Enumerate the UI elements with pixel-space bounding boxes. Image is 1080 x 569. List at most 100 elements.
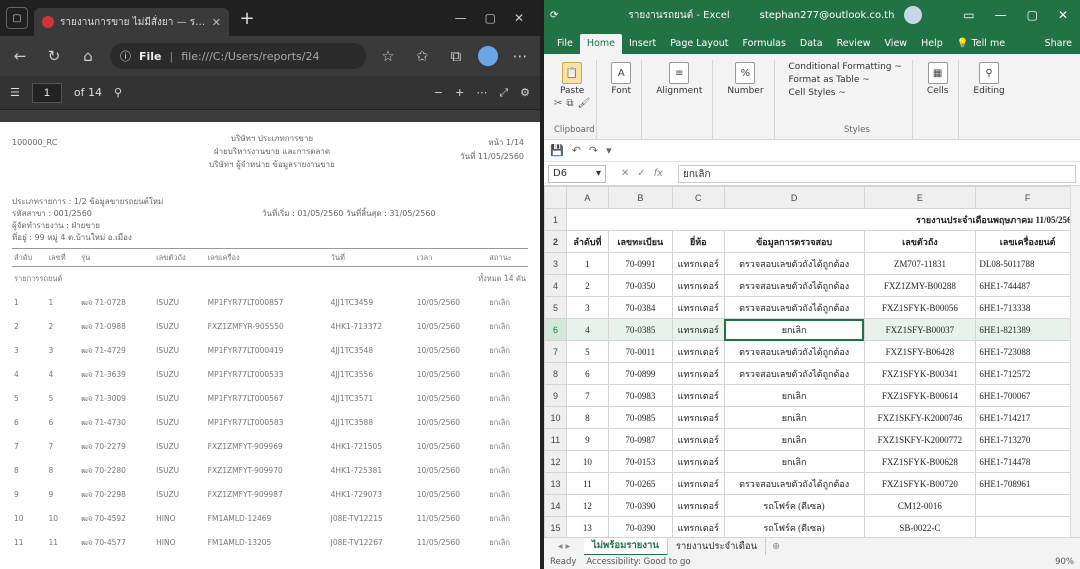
cell[interactable]: ยกเลิก xyxy=(723,428,865,451)
alignment-button[interactable]: ≡ Alignment xyxy=(652,60,706,98)
back-icon[interactable]: ← xyxy=(8,47,32,65)
favorites-icon[interactable]: ✩ xyxy=(410,47,434,65)
insert-function-icon[interactable]: fx xyxy=(654,168,663,179)
row-header[interactable]: 5 xyxy=(544,296,567,319)
cell[interactable]: ตรวจสอบเลขตัวถังได้ถูกต้อง xyxy=(723,252,865,275)
cell[interactable]: ตรวจสอบเลขตัวถังได้ถูกต้อง xyxy=(723,340,865,363)
cell[interactable]: FXZ1SKFY-K2000746 xyxy=(863,406,977,429)
page-number-input[interactable] xyxy=(31,82,62,103)
paste-button[interactable]: 📋 Paste xyxy=(556,60,588,98)
row-header[interactable]: 12 xyxy=(544,450,567,473)
cell[interactable]: แทรกเตอร์ xyxy=(671,318,725,341)
search-icon[interactable]: ⚲ xyxy=(114,86,122,99)
conditional-formatting-button[interactable]: Conditional Formatting ~ xyxy=(789,62,902,72)
column-header-f[interactable]: F xyxy=(975,186,1080,209)
accessibility-status[interactable]: Accessibility: Good to go xyxy=(586,557,690,567)
header-cell[interactable]: เลขตัวถัง xyxy=(863,230,977,253)
row-header[interactable]: 11 xyxy=(544,428,567,451)
cell[interactable]: ตรวจสอบเลขตัวถังได้ถูกต้อง xyxy=(723,274,865,297)
row-header[interactable]: 13 xyxy=(544,472,567,495)
cell[interactable]: แทรกเตอร์ xyxy=(671,450,725,473)
cell[interactable]: 6HE1-714478 xyxy=(975,450,1080,473)
cell[interactable]: 9 xyxy=(565,428,609,451)
row-header[interactable]: 1 xyxy=(544,208,567,231)
cell[interactable]: 6HE1-821389 xyxy=(975,318,1080,341)
redo-icon[interactable]: ↷ xyxy=(589,144,598,157)
cell[interactable]: แทรกเตอร์ xyxy=(671,296,725,319)
header-cell[interactable]: เลขเครื่องยนต์ xyxy=(975,230,1080,253)
cell[interactable]: 70-0384 xyxy=(607,296,673,319)
cell[interactable]: 6HE1-713270 xyxy=(975,428,1080,451)
tell-me-search[interactable]: 💡 Tell me xyxy=(950,38,1012,54)
cell[interactable]: FXZ1SFYK-B00614 xyxy=(863,384,977,407)
close-window-icon[interactable]: ✕ xyxy=(514,11,524,25)
favorite-star-icon[interactable]: ☆ xyxy=(376,47,400,65)
cell[interactable]: แทรกเตอร์ xyxy=(671,274,725,297)
tab-formulas[interactable]: Formulas xyxy=(736,38,793,54)
row-header[interactable]: 6 xyxy=(544,318,567,341)
cell[interactable]: 4 xyxy=(565,318,609,341)
cell[interactable]: แทรกเตอร์ xyxy=(671,494,725,517)
row-header[interactable]: 2 xyxy=(544,230,567,253)
column-header-e[interactable]: E xyxy=(863,186,977,209)
address-input[interactable]: ⓘ File | file:///C:/Users/reports/24 xyxy=(110,43,366,69)
header-cell[interactable]: ยี่ห้อ xyxy=(671,230,725,253)
cell[interactable]: 3 xyxy=(565,296,609,319)
worksheet-grid[interactable]: A B C D E F 1 รายงานประจำเดือนพฤษภาคม 11… xyxy=(544,186,1080,537)
cell[interactable]: 6HE1-708961 xyxy=(975,472,1080,495)
ribbon-display-icon[interactable]: ▭ xyxy=(963,8,974,22)
cell[interactable] xyxy=(975,494,1080,517)
cell[interactable]: FXZ1SFYK-B00628 xyxy=(863,450,977,473)
header-cell[interactable]: ข้อมูลการตรวจสอบ xyxy=(723,230,865,253)
home-icon[interactable]: ⌂ xyxy=(76,47,100,65)
cell[interactable]: FXZ1SFYK-B00341 xyxy=(863,362,977,385)
cell[interactable]: 7 xyxy=(565,384,609,407)
cell[interactable]: CM12-0016 xyxy=(863,494,977,517)
maximize-icon[interactable]: ▢ xyxy=(485,11,496,25)
header-cell[interactable]: ลำดับที่ xyxy=(565,230,609,253)
name-box[interactable]: D6 ▾ xyxy=(548,164,606,183)
account-avatar[interactable] xyxy=(904,6,923,24)
cell[interactable]: 70-0991 xyxy=(607,252,673,275)
cell[interactable]: แทรกเตอร์ xyxy=(671,472,725,495)
zoom-out-button[interactable]: − xyxy=(434,86,443,99)
row-header[interactable]: 3 xyxy=(544,252,567,275)
tab-view[interactable]: View xyxy=(878,38,915,54)
cell[interactable]: FXZ1ZMY-B00288 xyxy=(863,274,977,297)
cell[interactable]: แทรกเตอร์ xyxy=(671,252,725,275)
tab-data[interactable]: Data xyxy=(793,38,830,54)
tab-review[interactable]: Review xyxy=(830,38,878,54)
formula-input[interactable]: ยกเลิก xyxy=(678,164,1076,183)
cell[interactable]: แทรกเตอร์ xyxy=(671,384,725,407)
number-button[interactable]: % Number xyxy=(723,60,767,98)
row-header[interactable]: 15 xyxy=(544,516,567,537)
cell[interactable]: 6HE1-723088 xyxy=(975,340,1080,363)
cell[interactable]: ZM707-11831 xyxy=(863,252,977,275)
cut-icon[interactable]: ✂ xyxy=(554,98,562,109)
collections-icon[interactable]: ⧉ xyxy=(444,47,468,65)
row-header[interactable]: 10 xyxy=(544,406,567,429)
select-all-corner[interactable] xyxy=(544,186,567,209)
report-title-cell[interactable]: รายงานประจำเดือนพฤษภาคม 11/05/2560 xyxy=(565,208,1080,231)
cell[interactable]: 6HE1-744487 xyxy=(975,274,1080,297)
tab-insert[interactable]: Insert xyxy=(622,38,663,54)
cell[interactable]: 70-0265 xyxy=(607,472,673,495)
cell[interactable]: รถโฟร์ค (ดีเซล) xyxy=(723,516,865,537)
cell[interactable]: 1 xyxy=(565,252,609,275)
editing-button[interactable]: ⚲ Editing xyxy=(969,60,1008,98)
vertical-scrollbar[interactable] xyxy=(1070,186,1080,537)
cell[interactable]: 11 xyxy=(565,472,609,495)
profile-avatar[interactable] xyxy=(478,46,498,66)
share-button[interactable]: Share xyxy=(1038,38,1080,54)
cell[interactable]: 70-0985 xyxy=(607,406,673,429)
sheet-tab-1[interactable]: ไม่พร้อมรายงาน xyxy=(584,537,668,556)
cell[interactable]: แทรกเตอร์ xyxy=(671,516,725,537)
cell[interactable]: ตรวจสอบเลขตัวถังได้ถูกต้อง xyxy=(723,296,865,319)
sheet-tab-2[interactable]: รายงานประจำเดือน xyxy=(668,537,767,556)
cell[interactable]: FXZ1SFY-B06428 xyxy=(863,340,977,363)
new-tab-icon[interactable]: + xyxy=(235,8,259,29)
zoom-in-button[interactable]: + xyxy=(455,86,464,99)
browser-tab-pdf[interactable]: รายงานการขาย ไม่มีสั่งยา — รายงาน ✕ xyxy=(34,8,229,36)
cell[interactable]: 6HE1-712572 xyxy=(975,362,1080,385)
cell[interactable]: ตรวจสอบเลขตัวถังได้ถูกต้อง xyxy=(723,362,865,385)
